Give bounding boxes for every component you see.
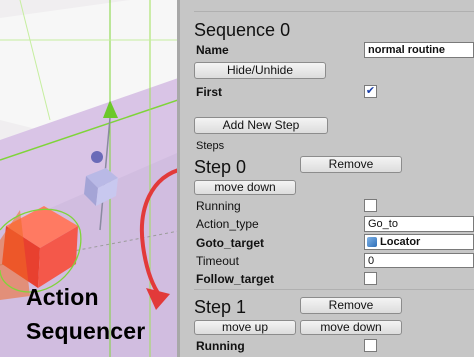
inspector-panel: Sequence 0 Name normal routine Hide/Unhi… xyxy=(177,0,474,357)
step-0-running-label: Running xyxy=(196,199,241,213)
first-checkbox[interactable]: ✔ xyxy=(364,85,377,98)
name-label: Name xyxy=(196,43,229,57)
step-0-remove-button[interactable]: Remove xyxy=(300,156,402,173)
goto-target-field[interactable]: Locator xyxy=(364,234,474,250)
step-1-move-down-button[interactable]: move down xyxy=(300,320,402,335)
follow-target-label: Follow_target xyxy=(196,272,275,286)
step-1-remove-button[interactable]: Remove xyxy=(300,297,402,314)
timeout-label: Timeout xyxy=(196,254,239,268)
steps-label: Steps xyxy=(196,140,225,152)
scene-view[interactable]: Action Sequencer xyxy=(0,0,184,357)
sequence-title: Sequence 0 xyxy=(194,20,291,40)
action-type-label: Action_type xyxy=(196,217,259,231)
follow-target-checkbox[interactable] xyxy=(364,272,377,285)
step-0-title: Step 0 xyxy=(194,157,247,177)
first-label: First xyxy=(196,85,223,99)
divider xyxy=(194,289,474,290)
divider xyxy=(194,11,474,12)
step-1-running-checkbox[interactable] xyxy=(364,339,377,352)
goto-target-value: Locator xyxy=(380,236,421,248)
name-field[interactable]: normal routine xyxy=(364,42,474,58)
hide-unhide-button[interactable]: Hide/Unhide xyxy=(194,62,326,79)
timeout-field[interactable]: 0 xyxy=(364,253,474,268)
step-1-title: Step 1 xyxy=(194,297,247,317)
caption-line-2: Sequencer xyxy=(26,318,146,344)
gizmo-center xyxy=(91,151,103,163)
add-new-step-button[interactable]: Add New Step xyxy=(194,117,328,134)
step-0-running-checkbox[interactable] xyxy=(364,199,377,212)
action-type-dropdown[interactable]: Go_to xyxy=(364,216,474,232)
goto-target-label: Goto_target xyxy=(196,236,265,250)
step-1-move-up-button[interactable]: move up xyxy=(194,320,296,335)
caption-line-1: Action xyxy=(26,284,99,310)
step-0-move-down-button[interactable]: move down xyxy=(194,180,296,195)
gameobject-icon xyxy=(367,237,377,247)
step-1-running-label: Running xyxy=(196,339,245,353)
